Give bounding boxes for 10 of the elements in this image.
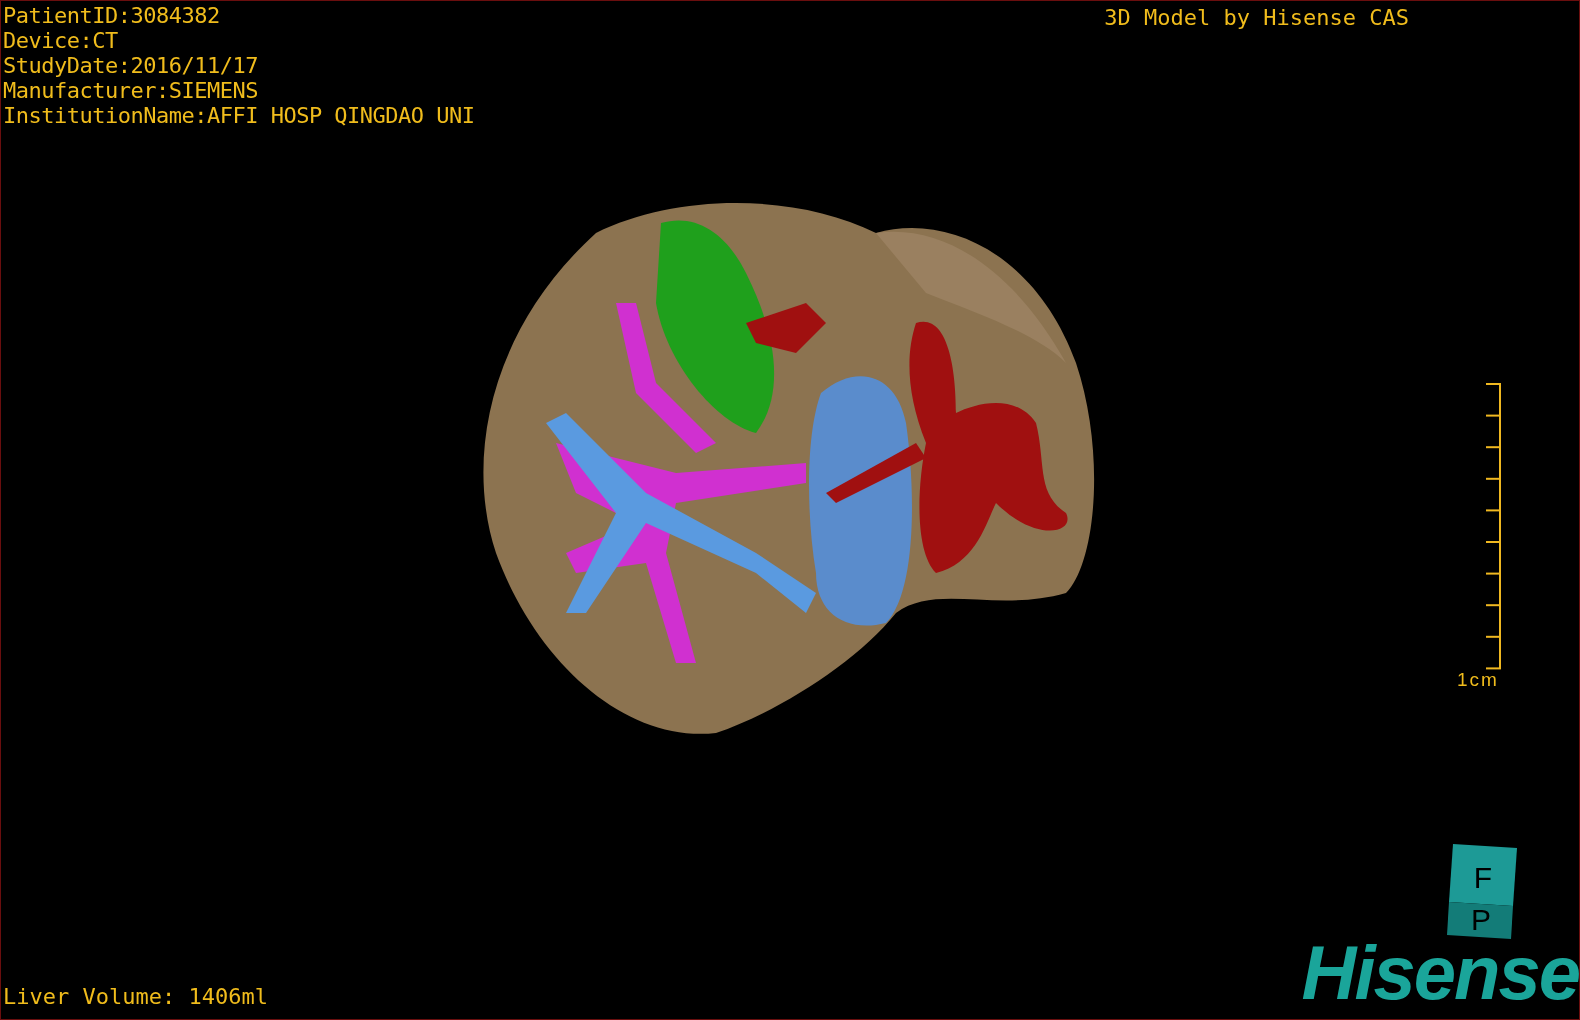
cube-face-label: F: [1473, 861, 1493, 894]
patient-info-line: Manufacturer:SIEMENS: [3, 78, 259, 103]
scale-label: 1cm: [1457, 669, 1499, 691]
patient-info-line: InstitutionName:AFFI HOSP QINGDAO UNI: [3, 103, 475, 128]
model-credit: 3D Model by Hisense CAS: [1104, 5, 1409, 30]
patient-info-line: PatientID:3084382: [3, 3, 221, 28]
patient-info-line: StudyDate:2016/11/17: [3, 53, 259, 78]
patient-info-line: Device:CT: [3, 28, 119, 53]
cube-face-label: P: [1471, 903, 1491, 936]
liver-volume-label: Liver Volume: 1406ml: [3, 984, 268, 1009]
